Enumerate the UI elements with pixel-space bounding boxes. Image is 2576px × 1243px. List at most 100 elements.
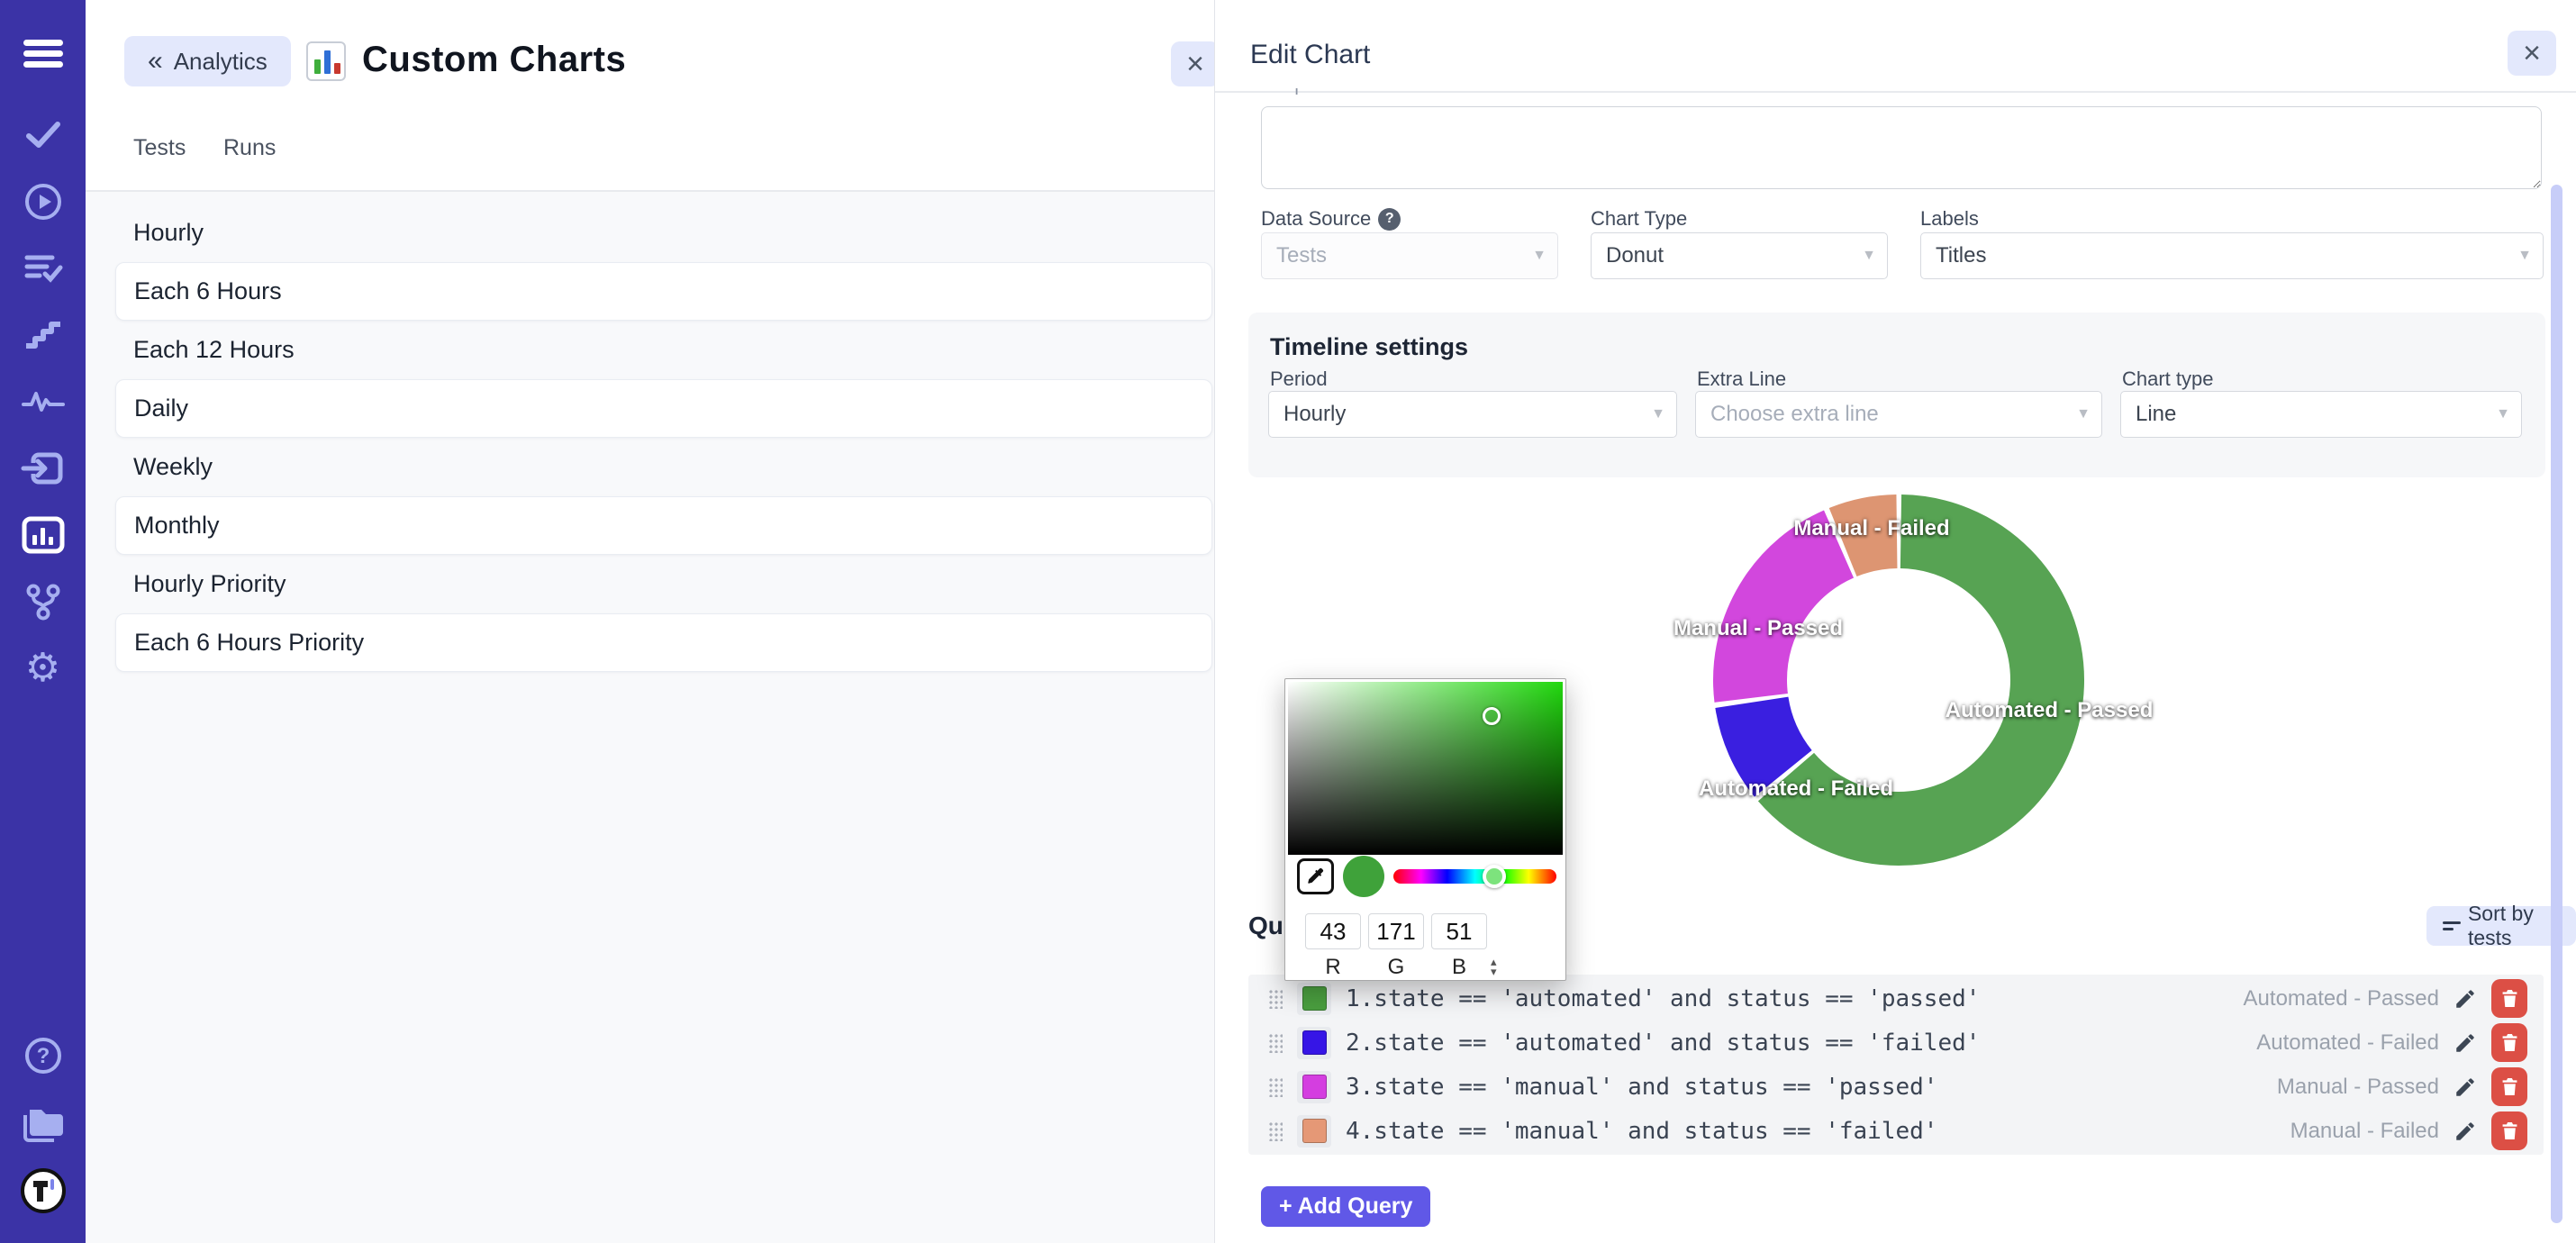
red-input[interactable]: 43 [1305,913,1361,949]
donut-label-manual-failed: Manual - Failed [1793,516,1949,541]
labels-select[interactable]: Titles [1920,232,2544,279]
red-channel-label: R [1305,955,1361,980]
extra-line-placeholder: Choose extra line [1710,402,1879,427]
back-to-analytics-button[interactable]: Analytics [124,36,291,86]
color-mode-toggle-icon[interactable]: ▴▾ [1491,957,1497,976]
drag-handle-icon[interactable] [1268,1077,1283,1097]
timeline-chart-type-label: Chart type [2122,367,2214,391]
edit-chart-title: Edit Chart [1250,40,1370,70]
period-select[interactable]: Hourly [1268,391,1677,438]
runs-play-icon[interactable] [0,177,86,227]
eyedropper-button[interactable] [1297,858,1334,894]
query-row: 4.state == 'manual' and status == 'faile… [1248,1109,2544,1153]
test-plans-icon[interactable] [0,243,86,294]
sidebar: ⚙ ? [0,0,86,1243]
extra-line-label: Extra Line [1697,367,1786,391]
trash-icon [2501,1033,2518,1052]
pulse-activity-icon[interactable] [0,377,86,427]
green-input[interactable]: 171 [1368,913,1424,949]
edit-pencil-icon[interactable] [2454,1031,2477,1055]
description-textarea[interactable] [1261,106,2542,189]
trash-icon [2501,989,2518,1008]
drag-handle-icon[interactable] [1268,1121,1283,1141]
list-item-monthly[interactable]: Monthly [115,496,1212,555]
delete-query-button[interactable] [2491,979,2527,1018]
query-title: Manual - Failed [2290,1119,2439,1144]
tab-tests[interactable]: Tests [133,135,186,161]
drag-handle-icon[interactable] [1268,989,1283,1009]
tab-runs[interactable]: Runs [223,135,276,161]
timeline-chart-type-select[interactable]: Line [2120,391,2522,438]
eyedropper-icon [1305,866,1327,887]
trash-icon [2501,1121,2518,1140]
period-label: Period [1270,367,1328,391]
saturation-area[interactable] [1288,682,1563,855]
query-color-swatch[interactable] [1297,1115,1331,1148]
query-row: 3.state == 'manual' and status == 'passe… [1248,1065,2544,1109]
list-item-each-12-hours[interactable]: Each 12 Hours [115,321,1212,379]
panel-scrollbar-thumb[interactable] [2551,185,2562,1223]
query-code[interactable]: 3.state == 'manual' and status == 'passe… [1346,1074,1937,1101]
analytics-chart-icon[interactable] [0,510,86,560]
donut-label-manual-passed: Manual - Passed [1673,616,1843,641]
tabs-divider [86,190,1214,192]
query-title: Manual - Passed [2277,1075,2439,1100]
query-title: Automated - Passed [2244,986,2439,1012]
list-item-daily[interactable]: Daily [115,379,1212,438]
query-color-swatch[interactable] [1297,983,1331,1015]
donut-svg [1713,494,2084,866]
list-item-each-6-hours-priority[interactable]: Each 6 Hours Priority [115,613,1212,672]
close-edit-panel-button[interactable] [2508,31,2556,76]
settings-gear-icon[interactable]: ⚙ [0,643,86,694]
query-color-swatch[interactable] [1297,1027,1331,1059]
bar-chart-emoji-icon [306,41,346,81]
edit-pencil-icon[interactable] [2454,1075,2477,1099]
menu-icon[interactable] [0,29,86,79]
sort-by-tests-label: Sort by tests [2468,902,2560,950]
close-charts-panel-button[interactable] [1171,41,1220,86]
chart-type-select[interactable]: Donut [1591,232,1888,279]
list-item-hourly-priority[interactable]: Hourly Priority [115,555,1212,613]
page-title: Custom Charts [362,40,626,80]
query-row: 2.state == 'automated' and status == 'fa… [1248,1021,2544,1065]
hue-handle[interactable] [1483,865,1506,888]
donut-label-automated-failed: Automated - Failed [1699,776,1893,802]
query-code[interactable]: 4.state == 'manual' and status == 'faile… [1346,1118,1937,1145]
help-icon[interactable]: ? [0,1030,86,1081]
branches-git-icon[interactable] [0,576,86,627]
query-code[interactable]: 2.state == 'automated' and status == 'fa… [1346,1030,1980,1057]
list-item-hourly[interactable]: Hourly [115,204,1212,262]
drag-handle-icon[interactable] [1268,1033,1283,1053]
milestones-steps-icon[interactable] [0,310,86,360]
sort-icon [2443,920,2457,932]
labels-label: Labels [1920,207,1979,231]
edit-pencil-icon[interactable] [2454,987,2477,1011]
query-color-swatch[interactable] [1297,1071,1331,1103]
donut-label-automated-passed: Automated - Passed [1946,698,2154,723]
blue-input[interactable]: 51 [1431,913,1487,949]
projects-folder-icon[interactable] [0,1098,86,1148]
app-window: ⚙ ? Analytics Custom Charts Tests Runs H… [0,0,2576,1243]
trash-icon [2501,1077,2518,1096]
edit-pencil-icon[interactable] [2454,1120,2477,1143]
delete-query-button[interactable] [2491,1111,2527,1150]
hue-slider[interactable] [1393,869,1556,884]
add-query-button[interactable]: + Add Query [1261,1186,1430,1227]
tests-check-icon[interactable] [0,110,86,160]
help-question-icon[interactable]: ? [1378,208,1401,231]
logo-icon[interactable] [0,1166,86,1216]
current-color-swatch [1343,856,1384,897]
green-channel-label: G [1368,955,1424,980]
import-signin-icon[interactable] [0,443,86,494]
delete-query-button[interactable] [2491,1023,2527,1062]
list-item-weekly[interactable]: Weekly [115,438,1212,496]
queries-panel: 1.state == 'automated' and status == 'pa… [1248,975,2544,1155]
donut-chart[interactable]: Automated - Passed Automated - Failed Ma… [1713,494,2084,866]
chart-list: Hourly Each 6 Hours Each 12 Hours Daily … [115,204,1212,672]
data-source-select: Tests [1261,232,1558,279]
delete-query-button[interactable] [2491,1067,2527,1106]
picker-cursor[interactable] [1483,707,1501,725]
extra-line-select[interactable]: Choose extra line [1695,391,2102,438]
query-code[interactable]: 1.state == 'automated' and status == 'pa… [1346,985,1980,1012]
list-item-each-6-hours[interactable]: Each 6 Hours [115,262,1212,321]
